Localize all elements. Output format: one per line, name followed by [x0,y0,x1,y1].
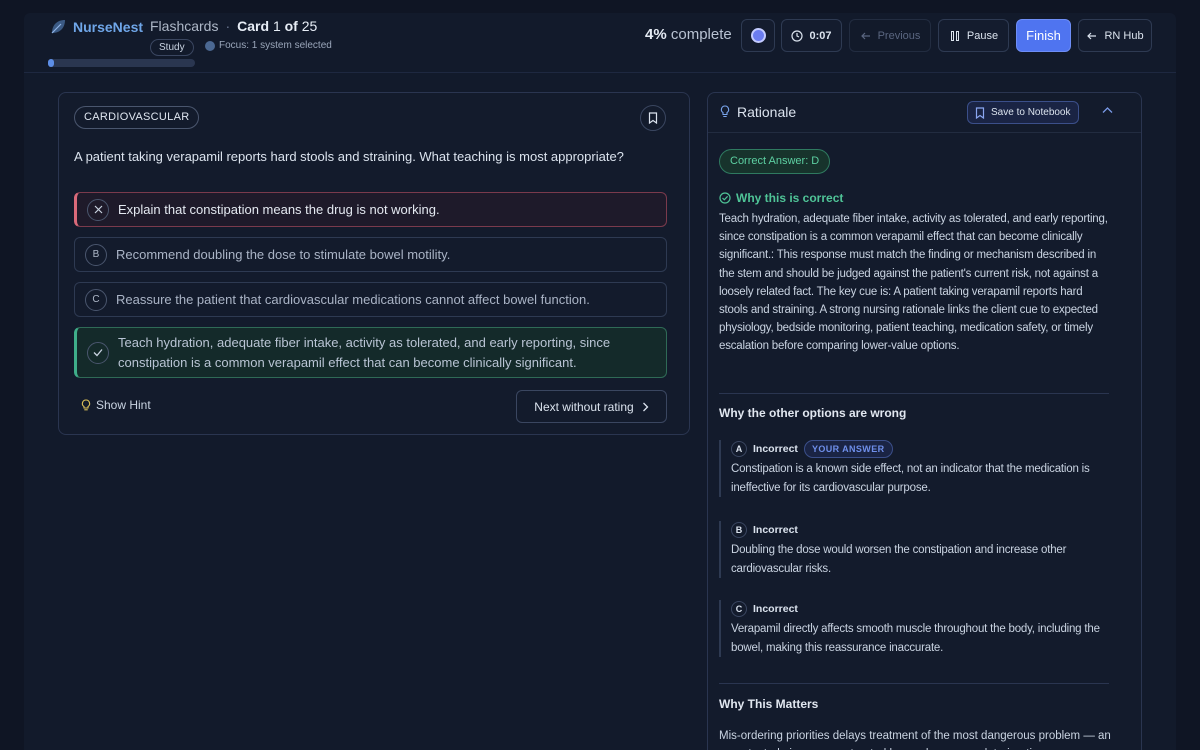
lightbulb-icon [81,398,91,410]
rn-hub-button[interactable]: RN Hub [1078,19,1152,52]
page-title: Flashcards · Card 1 of 25 [150,18,317,34]
card-current: 1 [272,18,281,34]
rationale-title-text: Rationale [737,104,797,120]
next-without-rating-button[interactable]: Next without rating [516,390,667,423]
why-correct-body: Teach hydration, adequate fiber intake, … [719,213,1108,353]
progress-bar [48,59,195,67]
timer-display[interactable]: 0:07 [781,19,842,52]
focus-indicator: Focus: 1 system selected [205,40,332,51]
option-letter: B [85,243,107,266]
option-text: Teach hydration, adequate fiber intake, … [118,334,611,370]
pause-button[interactable]: Pause [938,19,1009,52]
arrow-left-icon [860,32,870,39]
divider [719,683,1109,684]
why-correct-heading: Why this is correct [719,191,843,205]
divider [719,393,1109,394]
lightbulb-icon [720,105,730,118]
option-letter: C [85,288,107,311]
save-to-notebook-button[interactable]: Save to Notebook [967,101,1079,124]
rationale-header: Rationale Save to Notebook [708,93,1141,133]
study-badge: Study [150,39,194,56]
theme-dot-icon [750,28,766,43]
option-letter: B [731,522,747,538]
question-text: A patient taking verapamil reports hard … [74,149,624,164]
theme-toggle-button[interactable] [741,19,775,52]
incorrect-label: Incorrect [753,443,798,455]
save-label: Save to Notebook [991,107,1071,118]
your-answer-badge: YOUR ANSWER [803,440,893,458]
wrong-option-explanation: Verapamil directly affects smooth muscle… [731,623,1100,654]
option-b[interactable]: B Recommend doubling the dose to stimula… [74,237,667,272]
check-icon [87,341,109,364]
rationale-title: Rationale [720,104,796,120]
x-icon [87,198,109,221]
why-correct-heading-text: Why this is correct [736,191,844,205]
option-c[interactable]: C Reassure the patient that cardiovascul… [74,282,667,317]
option-letter: A [731,441,747,457]
chevron-right-icon [642,402,649,411]
hint-label: Show Hint [96,398,151,412]
option-d[interactable]: Teach hydration, adequate fiber intake, … [74,327,667,378]
option-a[interactable]: Explain that constipation means the drug… [74,192,667,227]
clock-icon [791,29,804,42]
wrong-option-a: A Incorrect YOUR ANSWER Constipation is … [719,440,1111,497]
why-this-matters-heading: Why This Matters [719,697,819,711]
brand-name: NurseNest [73,19,144,35]
card-label: Card [237,18,270,34]
bookmark-button[interactable] [640,105,666,131]
previous-button[interactable]: Previous [849,19,931,52]
finish-button[interactable]: Finish [1016,19,1071,52]
title-separator: · [225,18,231,34]
rn-hub-label: RN Hub [1104,29,1144,42]
previous-label: Previous [877,29,921,42]
correct-answer-badge: Correct Answer: D [719,149,831,174]
timer-value: 0:07 [809,29,832,42]
incorrect-label: Incorrect [753,603,798,615]
show-hint-button[interactable]: Show Hint [81,398,151,412]
top-bar: NurseNest Flashcards · Card 1 of 25 Stud… [24,13,1176,73]
focus-text: Focus: 1 system selected [219,40,332,51]
bookmark-icon [648,112,658,124]
wrong-option-explanation: Doubling the dose would worsen the const… [731,544,1067,575]
pause-label: Pause [966,29,999,42]
check-circle-icon [719,192,731,204]
focus-icon [205,40,215,51]
app-frame: NurseNest Flashcards · Card 1 of 25 Stud… [24,13,1176,750]
pause-icon [950,30,959,41]
next-label: Next without rating [534,399,634,414]
why-wrong-heading: Why the other options are wrong [719,406,907,420]
wrong-option-explanation: Constipation is a known side effect, not… [731,463,1090,494]
progress-fill [48,59,54,67]
leaf-icon [51,20,65,34]
card-of: of [284,18,298,34]
wrong-option-c: C Incorrect Verapamil directly affects s… [719,600,1111,657]
question-card: CARDIOVASCULAR A patient taking verapami… [58,92,690,435]
option-text: Explain that constipation means the drug… [118,201,440,217]
brand-logo[interactable]: NurseNest [48,17,143,37]
rationale-panel: Rationale Save to Notebook Correct Answe… [707,92,1142,750]
mode-label: Flashcards [150,18,219,34]
wrong-option-b: B Incorrect Doubling the dose would wors… [719,521,1111,578]
completion-text: 4% complete [645,26,732,43]
why-this-matters-body: Mis-ordering priorities delays treatment… [719,730,1111,750]
incorrect-label: Incorrect [753,524,798,536]
card-total: 25 [301,18,318,34]
option-text: Recommend doubling the dose to stimulate… [116,246,451,262]
completion-label: complete [670,26,732,43]
option-text: Reassure the patient that cardiovascular… [116,291,590,307]
bookmark-icon [975,106,985,119]
category-badge: CARDIOVASCULAR [74,106,200,129]
chevron-up-icon[interactable] [1102,106,1113,114]
option-letter: C [731,601,747,617]
completion-percent: 4% [645,26,667,43]
arrow-left-icon [1087,32,1097,39]
